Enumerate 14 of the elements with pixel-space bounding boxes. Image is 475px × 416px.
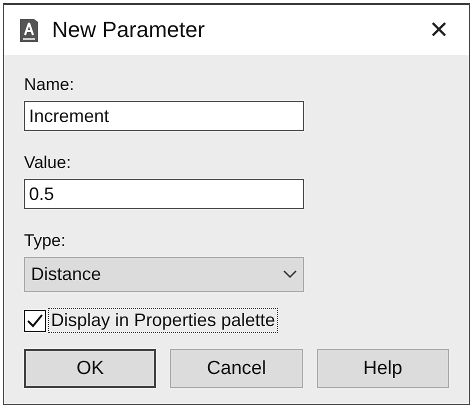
checkbox-label[interactable]: Display in Properties palette (48, 308, 278, 333)
dialog-button[interactable]: OK (24, 349, 156, 388)
type-dropdown[interactable]: Distance (24, 257, 304, 292)
field-label: Type: (24, 231, 67, 251)
chevron-down-icon (283, 270, 297, 279)
field-label: Name: (24, 75, 76, 95)
window-title: New Parameter (52, 17, 206, 43)
field-label: Value: (24, 153, 72, 173)
input-field[interactable]: 0.5 (24, 179, 304, 209)
close-button[interactable]: ✕ (420, 16, 457, 44)
dialog-button[interactable]: Help (316, 349, 449, 388)
checkbox[interactable] (24, 310, 46, 332)
dialog-button[interactable]: Cancel (170, 349, 303, 388)
input-field[interactable]: Increment (24, 101, 304, 131)
